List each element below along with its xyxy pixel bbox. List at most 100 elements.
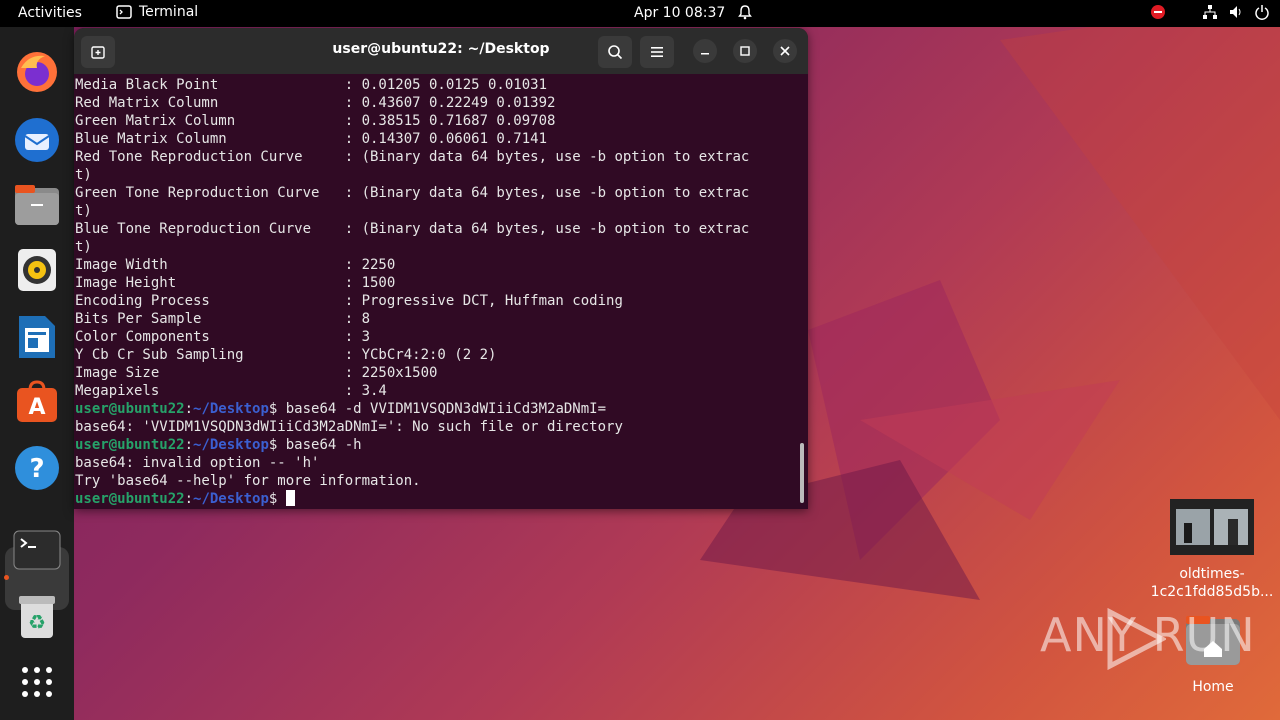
do-not-disturb-icon bbox=[1151, 5, 1165, 19]
output-label: Image Width bbox=[75, 257, 345, 273]
output-label: Media Black Point bbox=[75, 77, 345, 93]
output-label: Color Components bbox=[75, 329, 345, 345]
prompt-line: user@ubuntu22:~/Desktop$ base64 -d VVIDM… bbox=[75, 400, 799, 418]
prompt-path: ~/Desktop bbox=[193, 437, 269, 453]
prompt-user: user@ubuntu22 bbox=[75, 491, 185, 506]
prompt-separator: : bbox=[184, 437, 194, 453]
output-label: Red Matrix Column bbox=[75, 95, 345, 111]
output-line: Media Black Point : 0.01205 0.0125 0.010… bbox=[75, 76, 799, 94]
system-tray[interactable] bbox=[1150, 4, 1270, 20]
output-value: : 3.4 bbox=[344, 383, 387, 399]
output-value: : (Binary data 64 bytes, use -b option t… bbox=[344, 221, 750, 237]
output-line: base64: 'VVIDM1VSQDN3dWIiiCd3M2aDNmI=': … bbox=[75, 419, 623, 435]
prompt-user: user@ubuntu22 bbox=[75, 401, 185, 417]
output-value: : 0.38515 0.71687 0.09708 bbox=[344, 113, 556, 129]
prompt-line: user@ubuntu22:~/Desktop$ base64 -h bbox=[75, 436, 799, 454]
trash-icon[interactable]: ♻ bbox=[12, 592, 62, 642]
close-icon bbox=[780, 46, 790, 56]
output-label: Image Height bbox=[75, 275, 345, 291]
output-line: Blue Matrix Column : 0.14307 0.06061 0.7… bbox=[75, 130, 799, 148]
output-value: : 2250x1500 bbox=[344, 365, 438, 381]
desktop-file-oldtimes[interactable]: oldtimes- 1c2c1fdd85d5b... bbox=[1150, 499, 1274, 601]
output-line: Blue Tone Reproduction Curve : (Binary d… bbox=[75, 220, 799, 238]
prompt-separator: : bbox=[184, 491, 194, 506]
prompt-line: user@ubuntu22:~/Desktop$ bbox=[75, 490, 799, 506]
clock[interactable]: Apr 10 08:37 bbox=[634, 5, 725, 21]
app-center-icon[interactable]: A bbox=[12, 377, 62, 427]
output-line: t) bbox=[75, 166, 799, 184]
activities-button[interactable]: Activities bbox=[18, 5, 82, 21]
output-line: Green Matrix Column : 0.38515 0.71687 0.… bbox=[75, 112, 799, 130]
command-text: base64 -h bbox=[285, 437, 362, 453]
output-line: Image Height : 1500 bbox=[75, 274, 799, 292]
maximize-button[interactable] bbox=[733, 39, 757, 63]
prompt-symbol: $ bbox=[268, 437, 286, 453]
terminal-window: user@ubuntu22: ~/Desktop Media Black Poi… bbox=[74, 28, 808, 509]
output-value: : 0.43607 0.22249 0.01392 bbox=[344, 95, 556, 111]
libreoffice-writer-icon[interactable] bbox=[12, 312, 62, 362]
search-button[interactable] bbox=[598, 36, 632, 68]
prompt-path: ~/Desktop bbox=[193, 491, 269, 506]
svg-text:?: ? bbox=[29, 454, 44, 484]
output-value: : Progressive DCT, Huffman coding bbox=[344, 293, 623, 309]
volume-icon bbox=[1230, 6, 1241, 18]
output-label: Encoding Process bbox=[75, 293, 345, 309]
output-value: : 3 bbox=[344, 329, 371, 345]
search-icon bbox=[608, 45, 623, 60]
file-name-line1: oldtimes- bbox=[1179, 566, 1245, 582]
output-value: : YCbCr4:2:0 (2 2) bbox=[344, 347, 497, 363]
output-value: : 0.14307 0.06061 0.7141 bbox=[344, 131, 548, 147]
output-line: Red Matrix Column : 0.43607 0.22249 0.01… bbox=[75, 94, 799, 112]
output-label: Green Tone Reproduction Curve bbox=[75, 185, 345, 201]
terminal-dock-icon[interactable] bbox=[12, 525, 62, 575]
output-line: Green Tone Reproduction Curve : (Binary … bbox=[75, 184, 799, 202]
minimize-icon bbox=[701, 53, 709, 55]
files-icon[interactable] bbox=[12, 180, 62, 230]
firefox-icon[interactable] bbox=[12, 47, 62, 97]
window-titlebar[interactable]: user@ubuntu22: ~/Desktop bbox=[74, 28, 808, 74]
output-label: Bits Per Sample bbox=[75, 311, 345, 327]
output-line: t) bbox=[75, 238, 799, 256]
close-button[interactable] bbox=[773, 39, 797, 63]
running-indicator bbox=[4, 575, 9, 580]
output-line: Encoding Process : Progressive DCT, Huff… bbox=[75, 292, 799, 310]
svg-text:A: A bbox=[28, 395, 45, 420]
output-label: t) bbox=[75, 239, 92, 255]
thunderbird-icon[interactable] bbox=[12, 115, 62, 165]
svg-text:♻: ♻ bbox=[28, 610, 46, 634]
menu-button[interactable] bbox=[640, 36, 674, 68]
app-menu[interactable]: Terminal bbox=[116, 4, 198, 20]
output-line: Bits Per Sample : 8 bbox=[75, 310, 799, 328]
terminal-scrollbar[interactable] bbox=[800, 443, 804, 503]
text-cursor[interactable] bbox=[285, 490, 295, 506]
output-label: Green Matrix Column bbox=[75, 113, 345, 129]
output-line: Y Cb Cr Sub Sampling : YCbCr4:2:0 (2 2) bbox=[75, 346, 799, 364]
output-label: Megapixels bbox=[75, 383, 345, 399]
output-line: Color Components : 3 bbox=[75, 328, 799, 346]
terminal-output[interactable]: Media Black Point : 0.01205 0.0125 0.010… bbox=[75, 76, 799, 506]
help-icon[interactable]: ? bbox=[12, 443, 62, 493]
rhythmbox-icon[interactable] bbox=[12, 245, 62, 295]
power-icon bbox=[1255, 5, 1269, 20]
minimize-button[interactable] bbox=[693, 39, 717, 63]
show-apps-icon[interactable] bbox=[12, 657, 62, 707]
output-label: Image Size bbox=[75, 365, 345, 381]
output-line: Try 'base64 --help' for more information… bbox=[75, 473, 421, 489]
command-text: base64 -d VVIDM1VSQDN3dWIiiCd3M2aDNmI= bbox=[285, 401, 607, 417]
play-logo-icon bbox=[1107, 608, 1166, 670]
output-label: Y Cb Cr Sub Sampling bbox=[75, 347, 345, 363]
file-name-line2: 1c2c1fdd85d5b... bbox=[1150, 584, 1274, 600]
image-thumbnail-icon bbox=[1170, 499, 1254, 555]
prompt-user: user@ubuntu22 bbox=[75, 437, 185, 453]
prompt-separator: : bbox=[184, 401, 194, 417]
output-line: Image Width : 2250 bbox=[75, 256, 799, 274]
output-label: Blue Matrix Column bbox=[75, 131, 345, 147]
output-value: : 2250 bbox=[344, 257, 396, 273]
prompt-symbol: $ bbox=[268, 491, 286, 506]
bell-icon[interactable] bbox=[737, 4, 753, 24]
output-label: t) bbox=[75, 167, 92, 183]
network-icon bbox=[1203, 5, 1217, 19]
dock: A ? ♻ bbox=[0, 27, 74, 720]
maximize-icon bbox=[740, 46, 750, 56]
output-line: t) bbox=[75, 202, 799, 220]
